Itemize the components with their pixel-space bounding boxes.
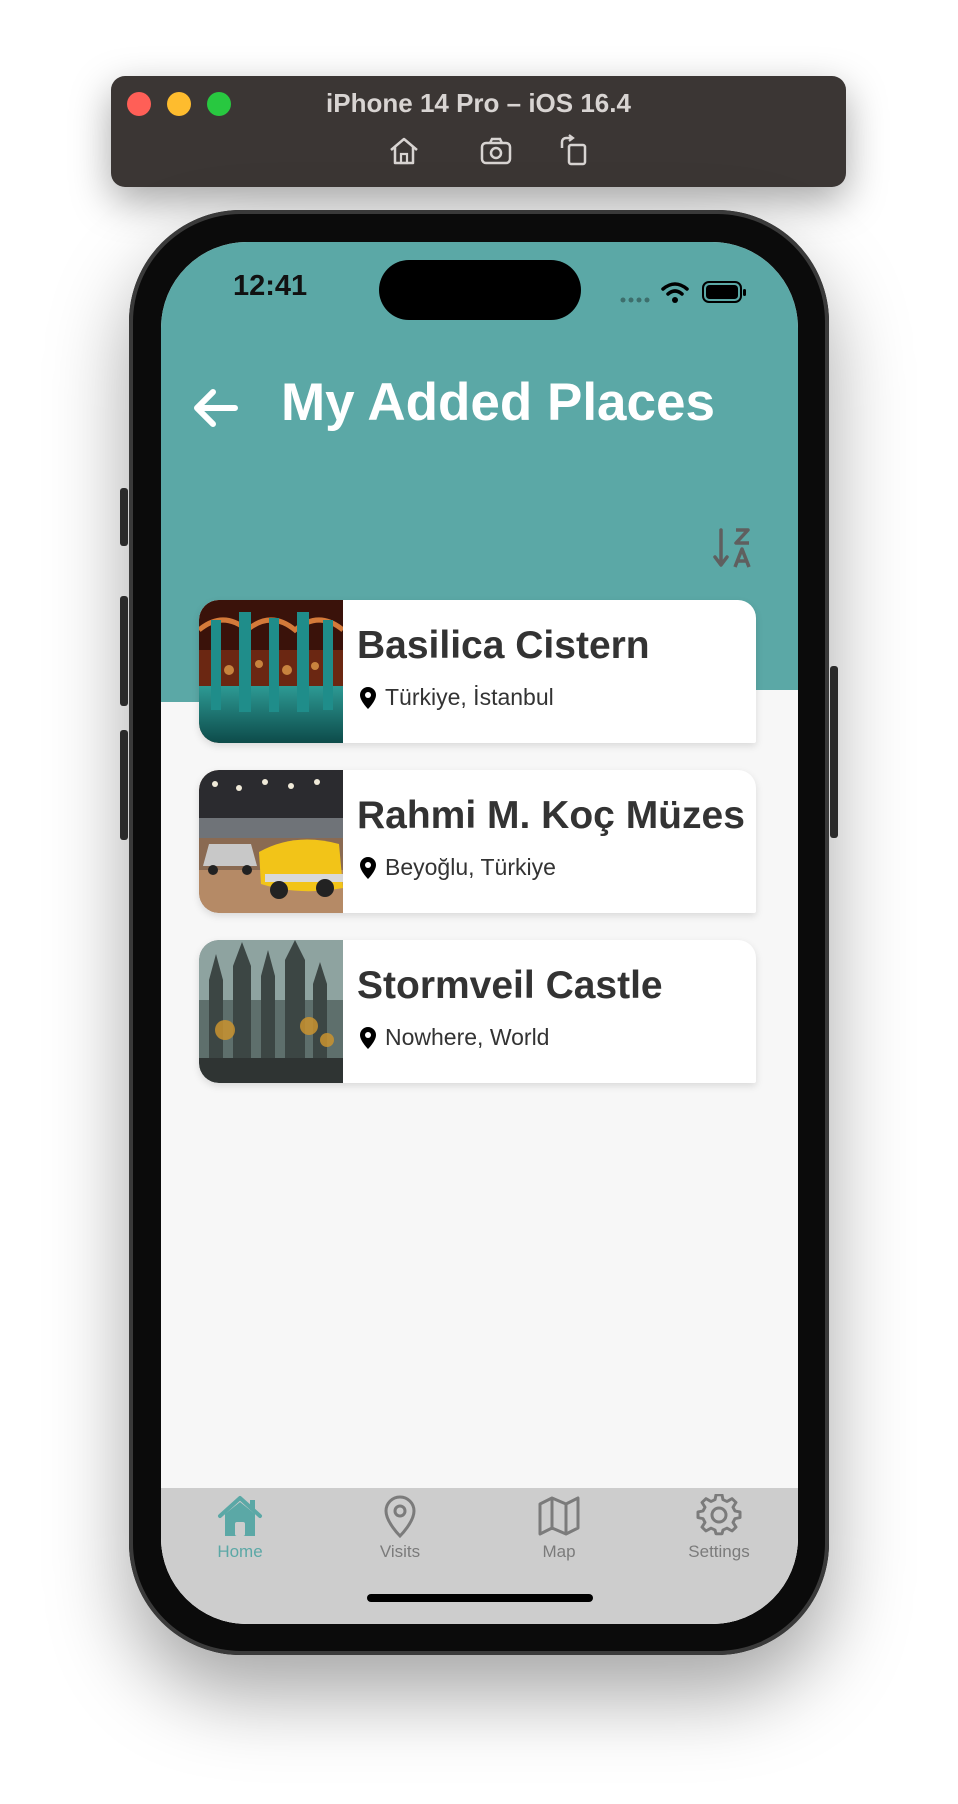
- status-time: 12:41: [233, 270, 308, 302]
- dynamic-island: [379, 260, 581, 320]
- map-icon: [538, 1496, 580, 1536]
- tab-visits[interactable]: Visits: [340, 1494, 460, 1574]
- screenshot-icon[interactable]: [477, 132, 515, 170]
- tab-home[interactable]: Home: [180, 1494, 300, 1574]
- place-location: Türkiye, İstanbul: [385, 684, 554, 710]
- sort-z-a-icon[interactable]: [712, 526, 758, 572]
- place-name: Stormveil Castle: [357, 964, 663, 1007]
- tab-settings[interactable]: Settings: [659, 1494, 779, 1574]
- volume-up-button: [120, 596, 128, 706]
- battery-icon: [702, 281, 746, 303]
- place-card[interactable]: Rahmi M. Koç Müzes Beyoğlu, Türkiye: [199, 770, 756, 913]
- tab-map-label: Map: [542, 1542, 576, 1561]
- home-icon: [218, 1496, 262, 1536]
- place-image: [199, 770, 343, 913]
- simulator-title: iPhone 14 Pro – iOS 16.4: [326, 88, 631, 118]
- arrow-left-icon[interactable]: [189, 382, 241, 434]
- status-icons: [620, 281, 746, 303]
- location-pin-icon: [360, 857, 376, 879]
- gear-icon: [696, 1494, 742, 1536]
- wifi-icon: [661, 282, 689, 303]
- place-name: Basilica Cistern: [357, 624, 650, 667]
- place-card[interactable]: Stormveil Castle Nowhere, World: [199, 940, 756, 1083]
- tab-settings-label: Settings: [688, 1542, 750, 1561]
- place-card[interactable]: Basilica Cistern Türkiye, İstanbul: [199, 600, 756, 743]
- action-button: [120, 488, 128, 546]
- tab-map[interactable]: Map: [499, 1494, 619, 1574]
- place-location: Nowhere, World: [385, 1024, 550, 1050]
- volume-down-button: [120, 730, 128, 840]
- place-name: Rahmi M. Koç Müzes: [357, 794, 745, 837]
- tab-visits-label: Visits: [379, 1542, 421, 1561]
- page-title: My Added Places: [281, 373, 715, 432]
- place-location: Beyoğlu, Türkiye: [385, 854, 556, 880]
- location-pin-icon: [360, 687, 376, 709]
- power-button: [830, 666, 838, 838]
- place-image: [199, 600, 343, 743]
- tab-bar: Home Visits Map Settings: [161, 1488, 798, 1624]
- map-pin-icon: [384, 1495, 416, 1538]
- home-icon[interactable]: [385, 132, 423, 170]
- iphone-frame: 12:41 My Added Places Basilica Cistern T…: [120, 210, 838, 1655]
- simulator-window-bar: iPhone 14 Pro – iOS 16.4: [111, 76, 846, 187]
- location-pin-icon: [360, 1027, 376, 1049]
- home-indicator[interactable]: [367, 1594, 593, 1602]
- rotate-icon[interactable]: [555, 132, 593, 170]
- signal-icon: [620, 297, 650, 303]
- place-image: [199, 940, 343, 1083]
- tab-home-label: Home: [217, 1542, 263, 1561]
- phone-screen: 12:41 My Added Places Basilica Cistern T…: [161, 242, 798, 1624]
